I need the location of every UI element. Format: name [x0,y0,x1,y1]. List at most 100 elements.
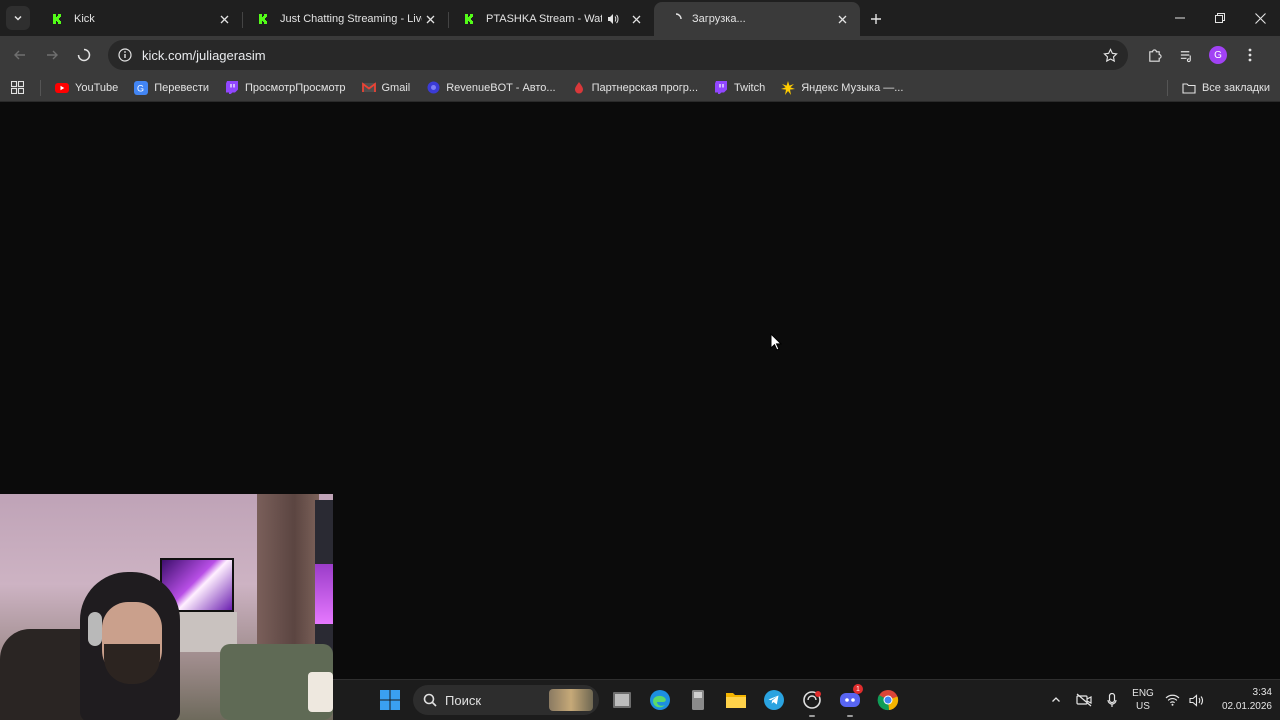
close-window-button[interactable] [1240,0,1280,36]
back-button[interactable] [4,39,36,71]
search-placeholder: Поиск [445,692,482,708]
apps-button[interactable] [0,74,34,102]
file-manager-icon [692,690,704,710]
volume-icon [1188,693,1203,707]
tab-kick[interactable]: Kick [36,2,242,36]
clock-time: 3:34 [1252,687,1272,698]
bookmark-label: Перевести [154,81,210,94]
start-button[interactable] [371,681,409,719]
address-bar[interactable]: kick.com/juliagerasim [108,40,1128,70]
extensions-button[interactable] [1138,39,1170,71]
forward-button[interactable] [36,39,68,71]
telegram-button[interactable] [755,681,793,719]
arrow-left-icon [14,50,25,60]
clock[interactable]: 3:34 02.01.2026 [1208,686,1280,714]
bookmark-label: Партнерская прогр... [591,81,699,94]
speaker-icon[interactable] [606,12,620,26]
taskbar: Поиск 1 ENG US 3:34 02.01.2026 [333,679,1280,720]
monitor-glow [315,564,333,624]
close-icon[interactable] [628,11,644,27]
more-vertical-icon [1248,48,1252,62]
stop-loading-button[interactable] [68,39,100,71]
tab-just-chatting[interactable]: Just Chatting Streaming - Live S [242,2,448,36]
url-text[interactable]: kick.com/juliagerasim [142,48,266,63]
file-manager-button[interactable] [679,681,717,719]
all-bookmarks-button[interactable]: Все закладки [1174,76,1280,100]
tab-search-button[interactable] [0,0,36,36]
bookmark-label: YouTube [75,81,119,94]
menu-button[interactable] [1234,39,1266,71]
restore-icon [1215,13,1225,23]
apps-grid-icon [10,81,24,94]
task-view-icon [613,692,631,708]
bookmark-label: ПросмотрПросмотр [245,81,346,94]
microphone-button[interactable] [1098,692,1126,708]
edge-button[interactable] [641,681,679,719]
folder-icon [1182,81,1196,95]
bookmark-revenuebot[interactable]: RevenueBOT - Авто... [418,76,563,100]
chrome-button[interactable] [869,681,907,719]
media-control-button[interactable] [1170,39,1202,71]
bookmark-label: Яндекс Музыка —... [801,81,904,94]
revenuebot-icon [426,81,440,95]
chevron-up-icon [1052,697,1060,702]
plus-icon [871,14,881,24]
system-tray: ENG US 3:34 02.01.2026 [1042,686,1280,714]
bookmark-twitch[interactable]: Twitch [706,76,773,100]
bookmarks-bar: YouTube G Перевести ПросмотрПросмотр Gma… [0,74,1280,102]
media-queue-icon [1180,50,1191,62]
language-indicator[interactable]: ENG US [1126,687,1160,713]
bookmark-youtube[interactable]: YouTube [47,76,126,100]
discord-button[interactable]: 1 [831,681,869,719]
clock-date: 02.01.2026 [1221,701,1272,712]
kick-icon [50,11,66,27]
window-controls [1160,0,1280,36]
search-highlight-image [549,689,593,711]
no-camera-button[interactable] [1070,693,1098,707]
camera-off-icon [1076,693,1092,707]
close-icon[interactable] [216,11,232,27]
divider [1166,79,1168,96]
arrow-right-icon [47,50,58,60]
show-hidden-icons-button[interactable] [1042,695,1070,705]
tab-title: Загрузка... [692,13,746,25]
taskbar-search[interactable]: Поиск [413,685,599,715]
bookmark-yandex-music[interactable]: Яндекс Музыка —... [773,76,911,100]
loading-spinner-icon [668,11,684,27]
partner-icon [572,81,586,95]
telegram-icon [764,690,784,710]
bookmark-prosmotr[interactable]: ПросмотрПросмотр [217,76,353,100]
edge-icon [650,690,670,710]
bookmark-label: Gmail [381,81,411,94]
wifi-button[interactable] [1160,694,1184,706]
svg-text:G: G [137,83,144,93]
bookmark-gmail[interactable]: Gmail [354,76,419,100]
profile-button[interactable]: G [1202,39,1234,71]
volume-button[interactable] [1184,693,1208,707]
wifi-icon [1165,694,1179,706]
app-button[interactable] [793,681,831,719]
bookmark-star-icon[interactable] [1103,47,1118,63]
puzzle-icon [1148,48,1162,62]
site-info-icon[interactable] [118,48,132,62]
bookmark-partner[interactable]: Партнерская прогр... [564,76,706,100]
minimize-button[interactable] [1160,0,1200,36]
task-view-button[interactable] [603,681,641,719]
microphone-icon [1107,692,1117,707]
new-tab-button[interactable] [860,2,892,36]
explorer-button[interactable] [717,681,755,719]
kick-icon [462,11,478,27]
close-icon[interactable] [422,11,438,27]
tab-title: PTASHKA Stream - Watch Li [486,13,602,25]
tab-ptashka[interactable]: PTASHKA Stream - Watch Li [448,2,654,36]
youtube-icon [55,81,69,95]
close-icon[interactable] [834,11,850,27]
bookmark-translate[interactable]: G Перевести [126,76,217,100]
minimize-icon [1175,17,1185,19]
restore-button[interactable] [1200,0,1240,36]
tab-title: Kick [74,13,95,25]
chevron-down-icon [14,15,22,21]
keyboard-layout: US [1136,701,1150,712]
tab-loading[interactable]: Загрузка... [654,2,860,36]
notification-badge: 1 [853,684,863,694]
